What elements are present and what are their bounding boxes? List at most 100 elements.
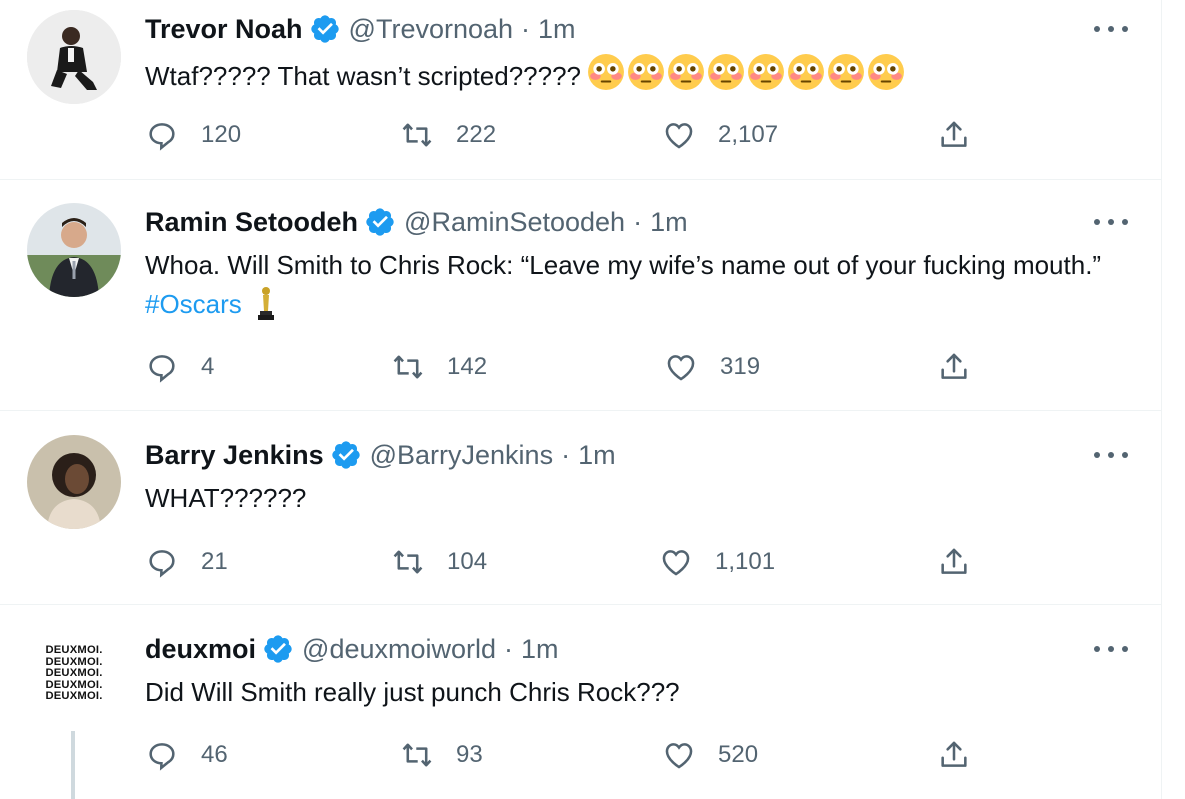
- timestamp[interactable]: 1m: [538, 14, 576, 45]
- tweet-text: Did Will Smith really just punch Chris R…: [145, 673, 1135, 712]
- tweet-body: WHAT??????: [145, 483, 307, 513]
- author-handle[interactable]: @Trevornoah: [349, 14, 513, 45]
- verified-badge-icon: [366, 208, 394, 236]
- reply-button[interactable]: 120: [145, 118, 241, 152]
- retweet-count: 104: [447, 548, 488, 575]
- reply-count: 46: [201, 741, 228, 768]
- retweet-button[interactable]: 222: [400, 118, 496, 152]
- verified-badge-icon: [331, 441, 360, 469]
- like-icon: [665, 123, 693, 149]
- share-icon: [941, 741, 967, 767]
- flushed-face-icon: [708, 54, 744, 90]
- more-icon[interactable]: [1094, 445, 1128, 465]
- retweet-icon: [393, 355, 423, 379]
- like-icon: [667, 355, 695, 381]
- timestamp[interactable]: 1m: [578, 440, 616, 471]
- tweet-header: deuxmoi @deuxmoiworld · 1m: [145, 632, 559, 666]
- separator: ·: [504, 633, 514, 664]
- like-count: 520: [718, 741, 759, 768]
- tweet[interactable]: Trevor Noah @Trevornoah · 1m Wtaf????? T…: [0, 0, 1161, 180]
- hashtag-link[interactable]: #Oscars: [145, 289, 242, 319]
- retweet-icon: [402, 123, 432, 147]
- reply-button[interactable]: 21: [145, 545, 228, 579]
- like-button[interactable]: 319: [664, 350, 760, 384]
- avatar[interactable]: [27, 435, 121, 529]
- tweet[interactable]: Ramin Setoodeh @RaminSetoodeh · 1m Whoa.…: [0, 179, 1161, 411]
- more-icon[interactable]: [1094, 639, 1128, 659]
- avatar-image: [27, 203, 121, 297]
- tweet-header: Ramin Setoodeh @RaminSetoodeh · 1m: [145, 205, 688, 239]
- like-count: 1,101: [715, 548, 776, 575]
- retweet-icon: [402, 743, 432, 767]
- avatar-image: [27, 435, 121, 529]
- reply-count: 21: [201, 548, 228, 575]
- author-handle[interactable]: @BarryJenkins: [370, 440, 553, 471]
- timestamp[interactable]: 1m: [521, 634, 559, 665]
- timeline-feed: Trevor Noah @Trevornoah · 1m Wtaf????? T…: [0, 0, 1162, 799]
- retweet-button[interactable]: 104: [391, 545, 487, 579]
- tweet-text: WHAT??????: [145, 479, 1135, 518]
- author-name[interactable]: deuxmoi: [145, 634, 256, 665]
- reply-icon: [149, 355, 175, 383]
- retweet-button[interactable]: 93: [400, 738, 483, 772]
- tweet[interactable]: Barry Jenkins @BarryJenkins · 1m WHAT???…: [0, 410, 1161, 605]
- separator: ·: [561, 439, 571, 470]
- logo-line: DEUXMOI.: [45, 667, 103, 679]
- author-name[interactable]: Trevor Noah: [145, 14, 303, 45]
- avatar[interactable]: [27, 203, 121, 297]
- logo-line: DEUXMOI.: [45, 644, 103, 656]
- share-button[interactable]: [937, 350, 971, 384]
- like-button[interactable]: 1,101: [659, 545, 775, 579]
- tweet-text: Wtaf????? That wasn’t scripted?????: [145, 53, 1135, 96]
- avatar[interactable]: [27, 10, 121, 104]
- author-handle[interactable]: @deuxmoiworld: [302, 634, 496, 665]
- share-button[interactable]: [937, 118, 971, 152]
- verified-badge-icon: [264, 635, 292, 663]
- tweet[interactable]: deuxmoi @deuxmoiworld · 1m Did Will Smit…: [0, 604, 1161, 799]
- reply-icon: [149, 123, 175, 151]
- retweet-icon: [393, 550, 423, 574]
- verified-badge-icon: [310, 15, 339, 43]
- flushed-face-icon: [828, 54, 864, 90]
- author-name[interactable]: Ramin Setoodeh: [145, 207, 358, 238]
- retweet-button[interactable]: 142: [391, 350, 487, 384]
- thread-connector: [71, 731, 75, 799]
- tweet-body: Wtaf????? That wasn’t scripted?????: [145, 61, 582, 91]
- like-count: 2,107: [718, 121, 779, 148]
- logo-line: DEUXMOI.: [45, 690, 103, 702]
- retweet-count: 222: [456, 121, 497, 148]
- author-name[interactable]: Barry Jenkins: [145, 440, 324, 471]
- reply-button[interactable]: 46: [145, 738, 228, 772]
- avatar[interactable]: DEUXMOI. DEUXMOI. DEUXMOI. DEUXMOI. DEUX…: [26, 644, 122, 703]
- share-button[interactable]: [937, 545, 971, 579]
- reply-icon: [149, 550, 175, 578]
- emoji-group: [587, 53, 905, 91]
- reply-button[interactable]: 4: [145, 350, 214, 384]
- avatar-image: [27, 10, 121, 104]
- like-icon: [665, 743, 693, 769]
- share-icon: [941, 353, 967, 379]
- tweet-text: Whoa. Will Smith to Chris Rock: “Leave m…: [145, 246, 1130, 324]
- separator: ·: [521, 13, 531, 44]
- tweet-body: Did Will Smith really just punch Chris R…: [145, 677, 680, 707]
- flushed-face-icon: [588, 54, 624, 90]
- share-icon: [941, 548, 967, 574]
- author-handle[interactable]: @RaminSetoodeh: [404, 207, 625, 238]
- like-icon: [662, 550, 690, 576]
- more-icon[interactable]: [1094, 19, 1128, 39]
- retweet-count: 142: [447, 353, 488, 380]
- flushed-face-icon: [868, 54, 904, 90]
- reply-count: 4: [201, 353, 215, 380]
- like-button[interactable]: 520: [662, 738, 758, 772]
- share-button[interactable]: [937, 738, 971, 772]
- like-button[interactable]: 2,107: [662, 118, 778, 152]
- flushed-face-icon: [668, 54, 704, 90]
- timestamp[interactable]: 1m: [650, 207, 688, 238]
- separator: ·: [633, 206, 643, 237]
- reply-count: 120: [201, 121, 242, 148]
- more-icon[interactable]: [1094, 212, 1128, 232]
- like-count: 319: [720, 353, 761, 380]
- flushed-face-icon: [628, 54, 664, 90]
- flushed-face-icon: [788, 54, 824, 90]
- share-icon: [941, 121, 967, 147]
